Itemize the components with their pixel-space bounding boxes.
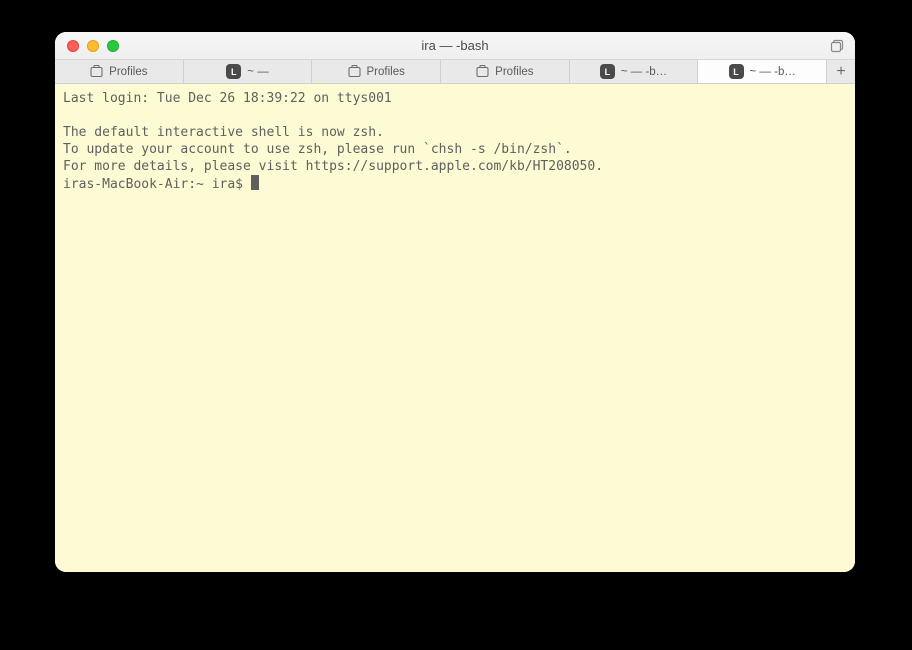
terminal-viewport[interactable]: Last login: Tue Dec 26 18:39:22 on ttys0…	[55, 84, 855, 572]
terminal-line: The default interactive shell is now zsh…	[63, 125, 384, 140]
tab-profiles[interactable]: Profiles	[441, 60, 570, 83]
tab-label: Profiles	[367, 66, 405, 78]
tab-shell[interactable]: L ~ —	[184, 60, 313, 83]
terminal-line: For more details, please visit https://s…	[63, 159, 603, 174]
terminal-window: ira — -bash Profiles L ~ —	[55, 32, 855, 572]
shell-badge-icon: L	[729, 64, 744, 79]
tab-bar: Profiles L ~ — Profiles Profiles	[55, 60, 855, 84]
close-window-button[interactable]	[67, 40, 79, 52]
tab-shell-active[interactable]: L ~ — -b…	[698, 60, 827, 83]
minimize-window-button[interactable]	[87, 40, 99, 52]
terminal-prompt: iras-MacBook-Air:~ ira$	[63, 177, 251, 192]
terminal-line: Last login: Tue Dec 26 18:39:22 on ttys0…	[63, 91, 392, 106]
titlebar[interactable]: ira — -bash	[55, 32, 855, 60]
tab-label: Profiles	[109, 66, 147, 78]
new-tab-button[interactable]: +	[827, 60, 855, 83]
traffic-lights	[55, 40, 119, 52]
cursor	[251, 175, 259, 190]
profiles-icon	[476, 65, 489, 78]
profiles-icon	[90, 65, 103, 78]
tab-overview-icon[interactable]	[830, 39, 845, 54]
plus-icon: +	[836, 64, 845, 80]
shell-badge-icon: L	[226, 64, 241, 79]
profiles-icon	[348, 65, 361, 78]
window-title: ira — -bash	[55, 38, 855, 53]
tab-profiles[interactable]: Profiles	[55, 60, 184, 83]
tab-shell[interactable]: L ~ — -b…	[570, 60, 699, 83]
tab-label: Profiles	[495, 66, 533, 78]
tab-profiles[interactable]: Profiles	[312, 60, 441, 83]
zoom-window-button[interactable]	[107, 40, 119, 52]
titlebar-right	[830, 32, 845, 60]
shell-badge-icon: L	[600, 64, 615, 79]
terminal-line: To update your account to use zsh, pleas…	[63, 142, 572, 157]
tab-label: ~ —	[247, 66, 268, 78]
tab-label: ~ — -b…	[750, 66, 796, 78]
tab-label: ~ — -b…	[621, 66, 667, 78]
